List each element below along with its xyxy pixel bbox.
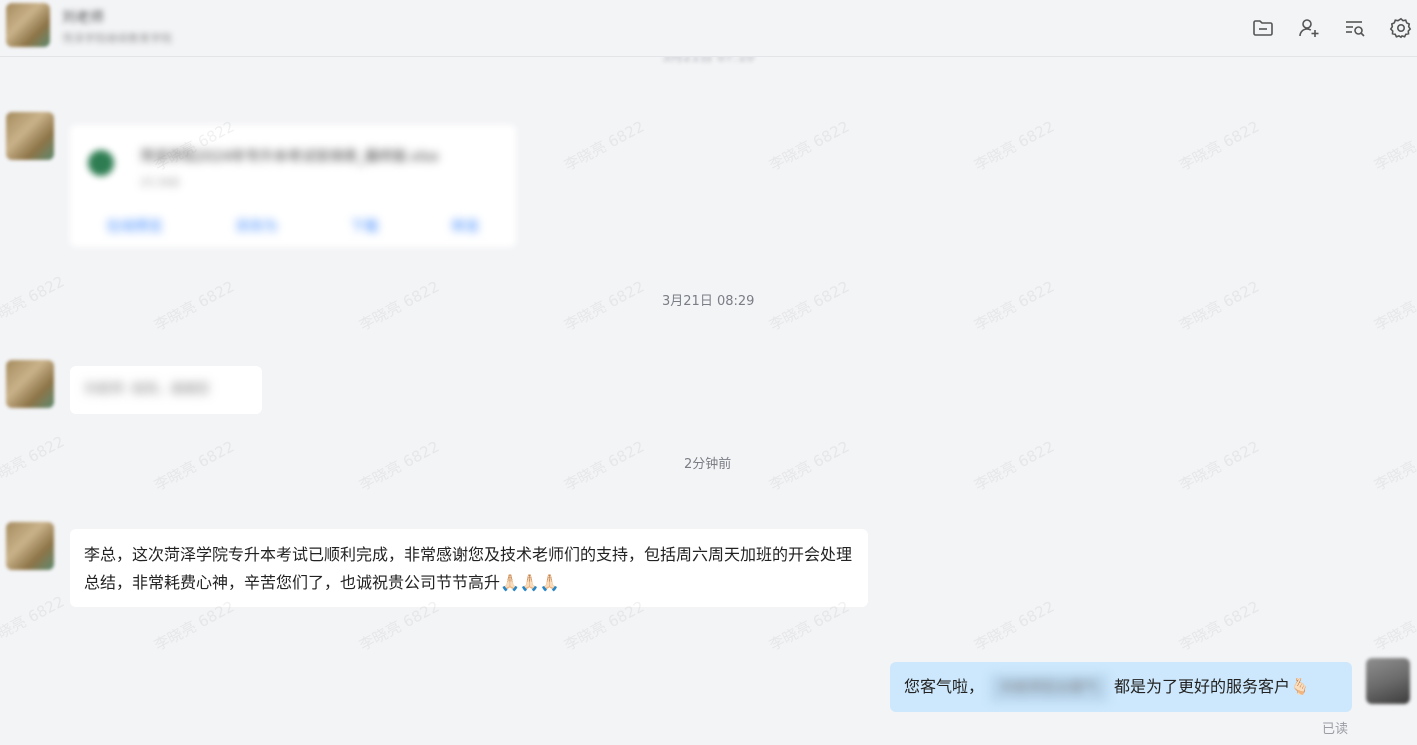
watermark: 李晓亮 6822 [1371,277,1417,335]
file-preview-button[interactable]: 在线预览 [107,213,163,241]
my-avatar[interactable] [1366,658,1410,704]
search-history-icon[interactable] [1339,12,1371,44]
watermark: 李晓亮 6822 [356,277,443,335]
file-forward-button[interactable]: 转发 [452,213,480,241]
read-status: 已读 [1322,722,1349,737]
contact-name[interactable]: 刘老师 [62,7,104,27]
watermark: 李晓亮 6822 [766,437,853,495]
watermark: 李晓亮 6822 [0,592,68,650]
reply-redacted-text: 刘老师您太客气 [990,674,1109,702]
watermark: 李晓亮 6822 [561,277,648,335]
folder-icon[interactable] [1247,12,1279,44]
watermark: 李晓亮 6822 [356,437,443,495]
timestamp: 2分钟前 [684,457,732,472]
watermark: 李晓亮 6822 [0,432,68,490]
watermark: 李晓亮 6822 [1176,437,1263,495]
message-text: 李总，这次菏泽学院专升本考试已顺利完成，非常感谢您及技术老师们的支持，包括周六周… [84,545,853,592]
watermark: 李晓亮 6822 [561,437,648,495]
sender-avatar[interactable] [6,522,54,570]
watermark: 李晓亮 6822 [971,117,1058,175]
watermark: 李晓亮 6822 [1176,117,1263,175]
message-bubble[interactable]: 李总，这次菏泽学院专升本考试已顺利完成，非常感谢您及技术老师们的支持，包括周六周… [70,529,868,607]
file-message-card[interactable]: 菏泽学院2024年专升本考试安排表_最终版.xlsx 25.5KB 在线预览 另… [70,125,516,247]
chat-window: 刘老师 菏泽学院继续教育学院 3月21日 07:10 菏泽学院2024年专升本考… [0,0,1417,745]
watermark: 李晓亮 6822 [971,277,1058,335]
sender-avatar[interactable] [6,112,54,160]
contact-subtitle: 菏泽学院继续教育学院 [62,32,172,45]
watermark: 李晓亮 6822 [151,277,238,335]
timestamp: 3月21日 08:29 [662,294,755,309]
watermark: 李晓亮 6822 [766,277,853,335]
file-size: 25.5KB [140,176,180,189]
watermark: 李晓亮 6822 [151,437,238,495]
reply-suffix: 都是为了更好的服务客户🫰🏻 [1114,677,1310,696]
file-name: 菏泽学院2024年专升本考试安排表_最终版.xlsx [140,149,439,165]
message-bubble[interactable]: 刘老师: 收到，谢谢您 [70,366,262,414]
settings-icon[interactable] [1385,12,1417,44]
watermark: 李晓亮 6822 [766,117,853,175]
message-text: 刘老师: 收到，谢谢您 [84,382,210,397]
watermark: 李晓亮 6822 [1176,597,1263,655]
watermark: 李晓亮 6822 [561,117,648,175]
watermark: 李晓亮 6822 [1371,437,1417,495]
contact-avatar[interactable] [6,3,50,47]
reply-prefix: 您客气啦， [904,677,985,696]
file-save-as-button[interactable]: 另存为 [236,213,278,241]
chat-header: 刘老师 菏泽学院继续教育学院 [0,0,1417,57]
self-message-bubble[interactable]: 您客气啦， 刘老师您太客气 都是为了更好的服务客户🫰🏻 [890,662,1352,712]
watermark: 李晓亮 6822 [1371,597,1417,655]
header-toolbar [1247,12,1417,44]
watermark: 李晓亮 6822 [1371,117,1417,175]
file-actions: 在线预览 另存为 下载 转发 [70,213,516,241]
sender-avatar[interactable] [6,360,54,408]
spreadsheet-file-icon [88,150,114,176]
watermark: 李晓亮 6822 [971,597,1058,655]
watermark: 李晓亮 6822 [971,437,1058,495]
watermark: 李晓亮 6822 [1176,277,1263,335]
watermark: 李晓亮 6822 [0,272,68,330]
file-download-button[interactable]: 下载 [351,213,379,241]
add-member-icon[interactable] [1293,12,1325,44]
